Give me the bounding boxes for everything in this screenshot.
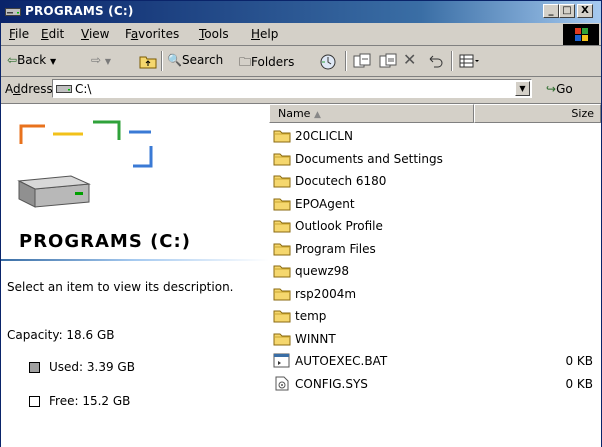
dropdown-arrow-icon: ▼ bbox=[50, 57, 57, 66]
file-row[interactable]: Documents and Settings bbox=[269, 149, 601, 169]
search-button[interactable]: 🔍Search bbox=[167, 53, 223, 67]
file-name: AUTOEXEC.BAT bbox=[295, 354, 388, 368]
file-name: quewz98 bbox=[295, 264, 349, 278]
menu-edit[interactable]: Edit bbox=[41, 27, 64, 41]
file-name: Outlook Profile bbox=[295, 219, 383, 233]
column-header-size[interactable]: Size bbox=[474, 104, 601, 123]
back-arrow-icon: ⇦ bbox=[7, 53, 18, 67]
menu-view[interactable]: View bbox=[81, 27, 109, 41]
folder-icon bbox=[273, 153, 291, 165]
system-file-icon bbox=[275, 376, 289, 390]
delete-icon[interactable]: ✕ bbox=[403, 50, 416, 69]
file-size: 0 KB bbox=[565, 354, 593, 368]
views-button[interactable] bbox=[459, 53, 481, 72]
file-name: Docutech 6180 bbox=[295, 174, 387, 188]
menu-file[interactable]: File bbox=[9, 27, 29, 41]
go-arrow-icon: ↪ bbox=[546, 82, 557, 96]
history-icon[interactable] bbox=[319, 53, 337, 74]
sort-arrow-icon: ▲ bbox=[313, 110, 321, 120]
explorer-window: PROGRAMS (C:) _ □ X File Edit View Favor… bbox=[0, 0, 602, 447]
used-text: Used: 3.39 GB bbox=[49, 360, 135, 374]
go-button[interactable]: ↪Go bbox=[546, 82, 573, 96]
menu-bar: File Edit View Favorites Tools Help bbox=[1, 23, 601, 46]
file-row[interactable]: 20CLICLN bbox=[269, 126, 601, 146]
menu-favorites[interactable]: Favorites bbox=[125, 27, 179, 41]
up-folder-icon[interactable] bbox=[139, 53, 157, 72]
toolbar-separator bbox=[161, 51, 163, 71]
free-swatch bbox=[29, 396, 40, 407]
folder-icon bbox=[273, 243, 291, 255]
maximize-button[interactable]: □ bbox=[559, 4, 575, 18]
chevron-down-icon[interactable]: ▼ bbox=[515, 81, 530, 96]
copy-to-icon[interactable] bbox=[379, 53, 397, 72]
folder-icon bbox=[273, 220, 291, 233]
file-size: 0 KB bbox=[565, 376, 593, 391]
title-underline bbox=[1, 259, 269, 261]
address-bar: Address C:\ ▼ ↪Go bbox=[1, 77, 601, 101]
file-row[interactable]: Outlook Profile bbox=[269, 216, 601, 236]
file-row[interactable]: rsp2004m bbox=[269, 284, 601, 304]
folder-icon bbox=[273, 198, 291, 210]
file-name: Program Files bbox=[295, 241, 376, 256]
file-name: WINNT bbox=[295, 331, 336, 346]
file-name: rsp2004m bbox=[295, 286, 357, 301]
file-row[interactable]: WINNT bbox=[269, 329, 601, 349]
folder-icon bbox=[273, 265, 291, 278]
folder-icon bbox=[273, 310, 291, 323]
windows-logo-icon bbox=[563, 24, 599, 45]
folder-icon bbox=[273, 288, 291, 300]
drive-icon bbox=[5, 8, 21, 16]
toolbar-separator bbox=[345, 51, 347, 71]
file-row[interactable]: EPOAgent bbox=[269, 194, 601, 214]
file-row[interactable]: CONFIG.SYS 0 KB bbox=[269, 374, 601, 394]
toolbar-separator bbox=[451, 51, 453, 71]
address-input[interactable]: C:\ ▼ bbox=[52, 79, 532, 98]
file-row[interactable]: temp bbox=[269, 306, 601, 326]
move-to-icon[interactable] bbox=[353, 53, 371, 72]
folder-icon bbox=[273, 130, 291, 143]
file-row[interactable]: quewz98 bbox=[269, 261, 601, 281]
column-header-name[interactable]: Name ▲ bbox=[269, 104, 474, 123]
undo-icon[interactable] bbox=[427, 53, 445, 72]
capacity-text: Capacity: 18.6 GB bbox=[7, 328, 115, 342]
search-icon: 🔍 bbox=[167, 53, 182, 67]
file-list: Name ▲ Size 20CLICLN Documents and Settin… bbox=[269, 103, 601, 447]
used-swatch bbox=[29, 362, 40, 373]
close-button[interactable]: X bbox=[577, 4, 593, 18]
hard-drive-icon bbox=[17, 175, 91, 208]
folders-icon: 🗀 bbox=[239, 55, 252, 69]
minimize-button[interactable]: _ bbox=[543, 4, 559, 18]
address-value: C:\ bbox=[75, 82, 92, 96]
column-header-row: Name ▲ Size bbox=[269, 104, 601, 123]
forward-arrow-icon: ⇨ bbox=[91, 53, 102, 67]
file-name: CONFIG.SYS bbox=[295, 376, 368, 391]
forward-button[interactable]: ⇨ ▼ bbox=[91, 53, 111, 67]
toolbar: ⇦Back ▼ ⇨ ▼ 🔍Search 🗀Folders ✕ bbox=[1, 46, 601, 77]
folders-button[interactable]: 🗀Folders bbox=[239, 53, 294, 74]
file-name: temp bbox=[295, 309, 327, 323]
details-pane: PROGRAMS (C:) Select an item to view its… bbox=[1, 103, 269, 447]
menu-tools[interactable]: Tools bbox=[199, 27, 229, 41]
window-title: PROGRAMS (C:) bbox=[25, 4, 134, 18]
folder-icon bbox=[273, 175, 291, 188]
drive-icon bbox=[56, 85, 72, 93]
menu-help[interactable]: Help bbox=[251, 27, 278, 41]
file-name: 20CLICLN bbox=[295, 129, 353, 143]
file-name: Documents and Settings bbox=[295, 151, 443, 166]
back-button[interactable]: ⇦Back ▼ bbox=[7, 53, 56, 67]
description-text: Select an item to view its description. bbox=[7, 280, 234, 294]
batch-file-icon bbox=[273, 353, 290, 368]
file-name: EPOAgent bbox=[295, 196, 355, 211]
file-row[interactable]: Program Files bbox=[269, 239, 601, 259]
file-row[interactable]: Docutech 6180 bbox=[269, 171, 601, 191]
folder-icon bbox=[273, 333, 291, 345]
free-text: Free: 15.2 GB bbox=[49, 394, 131, 408]
address-label: Address bbox=[5, 82, 53, 96]
title-bar[interactable]: PROGRAMS (C:) _ □ X bbox=[1, 1, 601, 23]
file-row[interactable]: AUTOEXEC.BAT 0 KB bbox=[269, 351, 601, 371]
decorative-banner bbox=[1, 120, 269, 226]
drive-title: PROGRAMS (C:) bbox=[19, 231, 191, 252]
